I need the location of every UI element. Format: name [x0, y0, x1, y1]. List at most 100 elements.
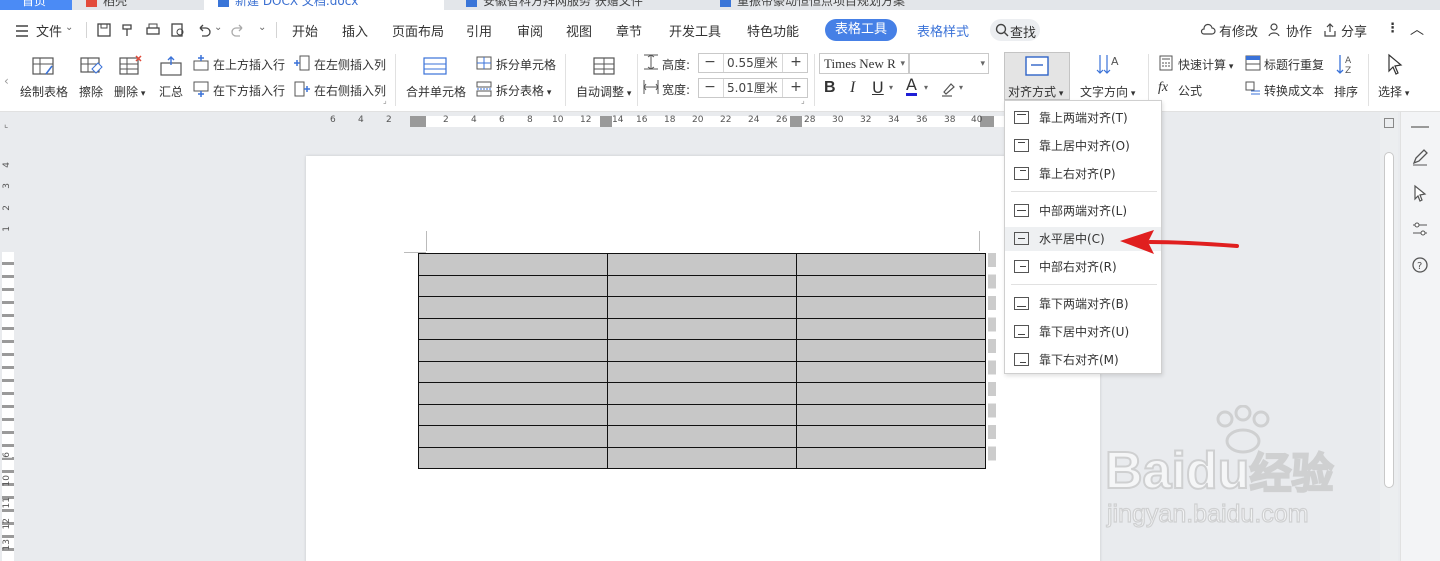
changes-status[interactable]: 有修改: [1219, 21, 1258, 40]
plus-icon[interactable]: +: [785, 79, 807, 97]
minus-icon[interactable]: −: [699, 54, 721, 72]
table-cell[interactable]: [796, 403, 986, 426]
undo-icon[interactable]: [196, 22, 212, 38]
tab-stop-icon[interactable]: ⌞: [4, 120, 8, 130]
split-cells-button[interactable]: 拆分单元格: [496, 56, 556, 73]
table-cell[interactable]: [607, 382, 797, 405]
insert-col-right-button[interactable]: 在右侧插入列: [314, 82, 386, 99]
text-direction-button[interactable]: 文字方向 ▾: [1080, 83, 1135, 100]
convert-text-button[interactable]: 转换成文本: [1264, 82, 1324, 99]
font-name-select[interactable]: Times New R ▾: [819, 53, 909, 74]
table-cell[interactable]: [607, 446, 797, 469]
plus-icon[interactable]: +: [785, 54, 807, 72]
tab-reference[interactable]: 引用: [466, 21, 492, 40]
table-row[interactable]: [418, 382, 986, 405]
draw-table-button[interactable]: 绘制表格: [20, 83, 68, 100]
bold-icon[interactable]: B: [824, 79, 836, 97]
align-top-center[interactable]: 靠上居中对齐(O): [1005, 134, 1161, 158]
table-cell[interactable]: [607, 296, 797, 319]
tab-table-tools[interactable]: 表格工具: [825, 19, 897, 41]
expand-icon[interactable]: ⌟: [383, 96, 387, 105]
table-row[interactable]: [418, 425, 986, 448]
table-row[interactable]: [418, 296, 986, 319]
ribbon-scroll-left-icon[interactable]: ‹: [4, 74, 9, 88]
table-cell[interactable]: [418, 382, 608, 405]
tab-developer[interactable]: 开发工具: [669, 21, 721, 40]
tab-section[interactable]: 章节: [616, 21, 642, 40]
redo-icon[interactable]: [230, 22, 246, 38]
table-row[interactable]: [418, 274, 986, 297]
print-preview-icon[interactable]: [170, 22, 186, 38]
table-row[interactable]: [418, 339, 986, 362]
page-view-icon[interactable]: [1384, 118, 1394, 128]
collapse-ribbon-icon[interactable]: ︿: [1410, 19, 1424, 39]
row-height-value[interactable]: 0.55厘米: [723, 54, 783, 72]
adjust-settings-icon[interactable]: [1411, 220, 1429, 238]
table-cell[interactable]: [796, 274, 986, 297]
erase-button[interactable]: 擦除: [79, 83, 103, 100]
chevron-down-icon[interactable]: ▾: [959, 83, 963, 92]
tab-docer[interactable]: 稻壳: [86, 0, 127, 10]
insert-row-above-button[interactable]: 在上方插入行: [213, 56, 285, 73]
cursor-select-icon[interactable]: [1411, 184, 1429, 202]
tab-start[interactable]: 开始: [292, 21, 318, 40]
align-top-justify[interactable]: 靠上两端对齐(T): [1005, 106, 1161, 130]
save-icon[interactable]: [96, 22, 112, 38]
align-middle-justify[interactable]: 中部两端对齐(L): [1005, 199, 1161, 223]
table-cell[interactable]: [607, 360, 797, 383]
table-cell[interactable]: [607, 274, 797, 297]
help-icon[interactable]: ?: [1411, 256, 1429, 274]
col-width-stepper[interactable]: − 5.01厘米 +: [698, 78, 808, 98]
table-row[interactable]: [418, 446, 986, 469]
table-cell[interactable]: [796, 425, 986, 448]
chevron-down-icon[interactable]: ▾: [889, 83, 893, 92]
delete-button[interactable]: 删除 ▾: [114, 83, 145, 100]
chevron-down-icon[interactable]: ▾: [924, 83, 928, 92]
sort-button[interactable]: 排序: [1334, 83, 1358, 100]
auto-fit-button[interactable]: 自动调整 ▾: [576, 83, 631, 100]
ruler-row-markers[interactable]: [2, 252, 14, 561]
merge-cells-button[interactable]: 合并单元格: [406, 83, 466, 100]
ruler-col-marker[interactable]: [600, 116, 612, 127]
font-size-select[interactable]: ▾: [909, 53, 989, 74]
table-cell[interactable]: [418, 274, 608, 297]
align-button[interactable]: 对齐方式 ▾: [1004, 52, 1070, 100]
header-repeat-button[interactable]: 标题行重复: [1264, 56, 1324, 73]
table-cell[interactable]: [418, 446, 608, 469]
tab-view[interactable]: 视图: [566, 21, 592, 40]
tab-home[interactable]: 首页: [0, 0, 72, 10]
table-cell[interactable]: [418, 425, 608, 448]
table-cell[interactable]: [418, 317, 608, 340]
tab-features[interactable]: 特色功能: [747, 21, 799, 40]
table-cell[interactable]: [796, 382, 986, 405]
table-cell[interactable]: [418, 360, 608, 383]
highlight-icon[interactable]: [940, 80, 958, 98]
search-button[interactable]: 查找: [990, 19, 1040, 41]
font-color-icon[interactable]: A: [906, 77, 917, 96]
quick-calc-button[interactable]: 快速计算 ▾: [1178, 56, 1233, 73]
table-cell[interactable]: [796, 317, 986, 340]
more-options-icon[interactable]: ⋮: [1386, 21, 1399, 36]
tab-review[interactable]: 审阅: [517, 21, 543, 40]
print-icon[interactable]: [145, 22, 161, 38]
expand-icon[interactable]: ⌟: [801, 96, 805, 105]
table-cell[interactable]: [796, 339, 986, 362]
align-middle-right[interactable]: 中部右对齐(R): [1005, 255, 1161, 279]
table-cell[interactable]: [607, 403, 797, 426]
table-cell[interactable]: [607, 253, 797, 276]
formula-button[interactable]: 公式: [1178, 82, 1202, 99]
table-cell[interactable]: [796, 296, 986, 319]
table-cell[interactable]: [418, 296, 608, 319]
summary-button[interactable]: 汇总: [159, 83, 183, 100]
table-cell[interactable]: [796, 360, 986, 383]
align-bottom-right[interactable]: 靠下右对齐(M): [1005, 348, 1161, 372]
align-bottom-justify[interactable]: 靠下两端对齐(B): [1005, 292, 1161, 316]
tab-doc-3[interactable]: 重振帝豪动恒恒点项目规划方案: [720, 0, 905, 10]
split-table-button[interactable]: 拆分表格 ▾: [496, 82, 551, 99]
tab-table-style[interactable]: 表格样式: [917, 21, 969, 40]
row-height-stepper[interactable]: − 0.55厘米 +: [698, 53, 808, 73]
table-cell[interactable]: [418, 403, 608, 426]
table-cell[interactable]: [607, 339, 797, 362]
tab-insert[interactable]: 插入: [342, 21, 368, 40]
format-painter-icon[interactable]: [120, 22, 136, 38]
